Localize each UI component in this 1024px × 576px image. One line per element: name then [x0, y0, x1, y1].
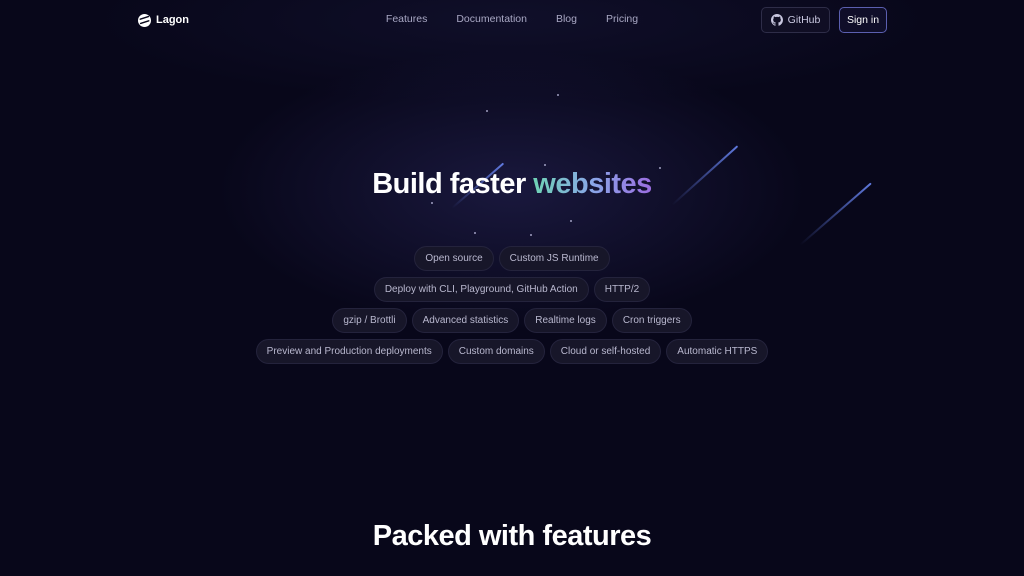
- features-section-title: Packed with features: [372, 520, 652, 552]
- feature-tag: Cron triggers: [611, 308, 692, 333]
- feature-tag: HTTP/2: [593, 277, 651, 302]
- hero-title-highlight: websites: [533, 168, 652, 200]
- feature-tag: Advanced statistics: [411, 308, 520, 333]
- sign-in-button[interactable]: Sign in: [839, 7, 887, 33]
- feature-tag: gzip / Brottli: [332, 308, 407, 333]
- star-dot: [570, 220, 572, 222]
- github-button-label: GitHub: [787, 14, 821, 26]
- star-dot: [431, 202, 433, 204]
- top-navigation: Lagon Features Documentation Blog Pricin…: [0, 0, 1024, 40]
- nav-link-pricing[interactable]: Pricing: [606, 13, 638, 25]
- tag-row: Open source Custom JS Runtime: [0, 246, 1024, 271]
- tag-row: Deploy with CLI, Playground, GitHub Acti…: [0, 277, 1024, 302]
- github-button[interactable]: GitHub: [761, 7, 830, 33]
- star-dot: [474, 232, 476, 234]
- nav-link-blog[interactable]: Blog: [556, 13, 577, 25]
- nav-link-features[interactable]: Features: [386, 13, 427, 25]
- feature-tag: Cloud or self-hosted: [549, 339, 662, 364]
- tag-row: gzip / Brottli Advanced statistics Realt…: [0, 308, 1024, 333]
- tag-row: Preview and Production deployments Custo…: [0, 339, 1024, 364]
- hero-title-plain: Build faster: [372, 168, 526, 200]
- feature-tag: Deploy with CLI, Playground, GitHub Acti…: [373, 277, 589, 302]
- feature-tag: Custom domains: [447, 339, 545, 364]
- feature-tag: Custom JS Runtime: [498, 246, 610, 271]
- feature-tag: Preview and Production deployments: [255, 339, 443, 364]
- nav-link-documentation[interactable]: Documentation: [456, 13, 527, 25]
- page: Lagon Features Documentation Blog Pricin…: [0, 0, 1024, 576]
- github-icon: [770, 14, 783, 26]
- star-dot: [530, 234, 532, 236]
- hero-title: Build faster websites: [0, 166, 1024, 202]
- feature-tag: Realtime logs: [524, 308, 607, 333]
- star-dot: [486, 110, 488, 112]
- star-dot: [557, 94, 559, 96]
- feature-tag: Open source: [414, 246, 494, 271]
- feature-tags: Open source Custom JS Runtime Deploy wit…: [0, 246, 1024, 370]
- feature-tag: Automatic HTTPS: [666, 339, 769, 364]
